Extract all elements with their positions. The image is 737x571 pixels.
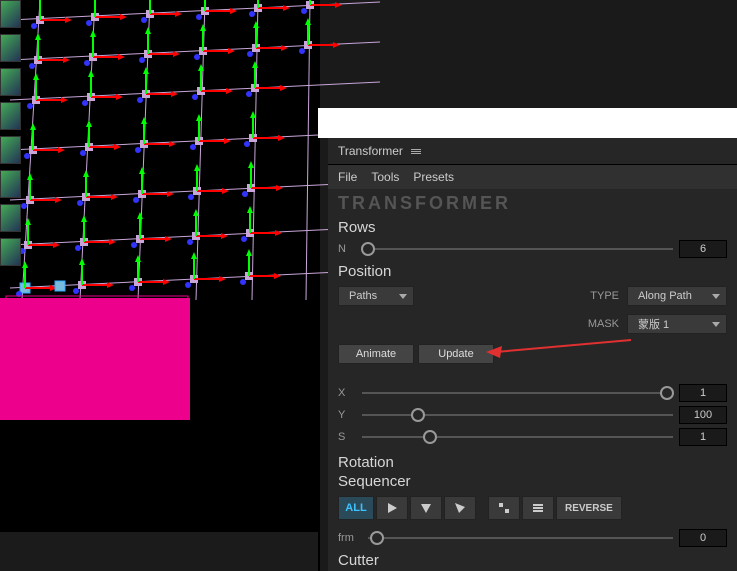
menu-file[interactable]: File [338,170,357,184]
thumbnail[interactable] [0,68,21,96]
value-y[interactable]: 100 [679,406,727,424]
thumbnail[interactable] [0,34,21,62]
comp-viewport[interactable] [0,0,320,571]
thumbnail[interactable] [0,170,21,198]
label-type: TYPE [583,290,619,302]
arrow-diag-icon [453,501,467,515]
label-x: X [338,387,356,399]
value-x[interactable]: 1 [679,384,727,402]
thumbnail-strip [0,0,21,300]
axis-grid-svg [0,0,380,330]
seq-reverse-button[interactable]: REVERSE [556,496,622,520]
slider-frm[interactable] [368,530,673,546]
dropdown-mask-value: 蒙版 1 [638,316,669,332]
seq-all-button[interactable]: ALL [338,496,374,520]
label-mask: MASK [583,318,619,330]
update-button[interactable]: Update [418,344,494,364]
menubar: File Tools Presets [328,165,737,189]
seq-right-button[interactable] [376,496,408,520]
label-y: Y [338,409,356,421]
slider-y[interactable] [362,407,673,423]
dropdown-paths[interactable]: Paths [338,286,414,306]
value-s[interactable]: 1 [679,428,727,446]
label-frm: frm [338,532,362,544]
value-frm[interactable]: 0 [679,529,727,547]
arrow-down-icon [419,501,433,515]
dropdown-paths-value: Paths [349,290,377,302]
panel-title: Transformer [338,144,403,158]
thumbnail[interactable] [0,238,21,266]
transformer-panel: Transformer File Tools Presets TRANSFORM… [328,138,737,571]
lines-icon [531,501,545,515]
slider-x[interactable] [362,385,673,401]
sequencer-toolbar: ALL REVERSE [328,492,737,524]
panel-header: Transformer [328,138,737,165]
label-s: S [338,431,356,443]
section-rotation: Rotation [328,448,737,473]
thumbnail[interactable] [0,102,21,130]
logo: TRANSFORMER [328,189,737,216]
section-rows: Rows [328,216,737,238]
timeline-area[interactable] [0,531,318,571]
value-n[interactable]: 6 [679,240,727,258]
section-cutter: Cutter [328,546,737,571]
dropdown-mask[interactable]: 蒙版 1 [627,314,727,334]
slider-n[interactable] [362,241,673,257]
grid-3d [0,0,380,330]
seq-diag-button[interactable] [444,496,476,520]
dropdown-type[interactable]: Along Path [627,286,727,306]
dropdown-type-value: Along Path [638,290,692,302]
menu-tools[interactable]: Tools [371,170,399,184]
panel-menu-icon[interactable] [411,148,421,155]
thumbnail[interactable] [0,204,21,232]
seq-random-button[interactable] [488,496,520,520]
arrow-right-icon [385,501,399,515]
thumbnail[interactable] [0,0,21,28]
thumbnail[interactable] [0,136,21,164]
section-position: Position [328,260,737,282]
animate-button[interactable]: Animate [338,344,414,364]
label-n: N [338,243,356,255]
random-icon [497,501,511,515]
section-sequencer: Sequencer [328,473,737,492]
slider-s[interactable] [362,429,673,445]
white-gap [318,108,737,138]
menu-presets[interactable]: Presets [413,170,454,184]
seq-justify-button[interactable] [522,496,554,520]
seq-down-button[interactable] [410,496,442,520]
logo-text: TRANSFORMER [338,193,727,214]
selected-layer-box[interactable] [0,298,190,420]
